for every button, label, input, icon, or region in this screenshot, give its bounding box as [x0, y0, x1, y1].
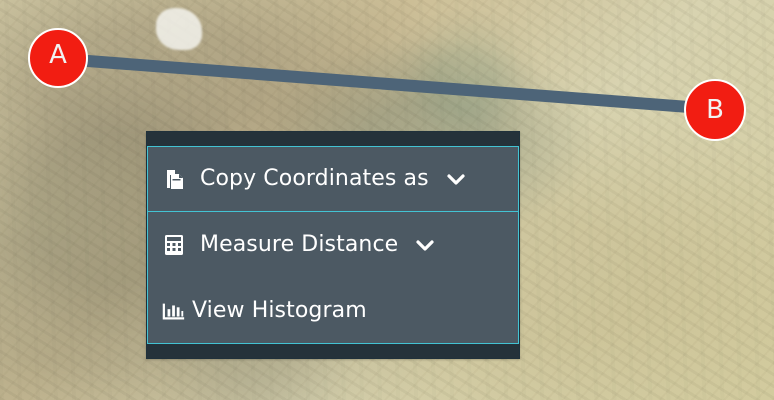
- copy-coordinates-label: Copy Coordinates as: [200, 166, 429, 191]
- map-context-menu[interactable]: Copy Coordinates as Measure Distance Vie…: [146, 131, 520, 359]
- measurement-route-line[interactable]: [56, 53, 721, 115]
- measure-distance-label: Measure Distance: [200, 232, 399, 257]
- calculator-icon: [162, 233, 186, 257]
- copy-coordinates-menu-item[interactable]: Copy Coordinates as: [147, 146, 519, 212]
- chevron-down-icon: [445, 168, 467, 190]
- context-menu-bottom-bar: [147, 344, 519, 358]
- terrain-map[interactable]: A B Copy Coordinates as Measure Distance…: [0, 0, 774, 400]
- marker-b-label: B: [706, 95, 724, 125]
- measure-distance-menu-item[interactable]: Measure Distance: [147, 212, 519, 278]
- marker-b[interactable]: B: [684, 79, 746, 141]
- chevron-down-icon: [414, 234, 436, 256]
- marker-a-label: A: [49, 40, 67, 70]
- context-menu-top-bar: [147, 132, 519, 146]
- view-histogram-menu-item[interactable]: View Histogram: [147, 278, 519, 344]
- view-histogram-label: View Histogram: [192, 297, 367, 323]
- histogram-icon: [162, 299, 186, 323]
- copy-icon: [162, 167, 186, 191]
- marker-a[interactable]: A: [28, 28, 88, 88]
